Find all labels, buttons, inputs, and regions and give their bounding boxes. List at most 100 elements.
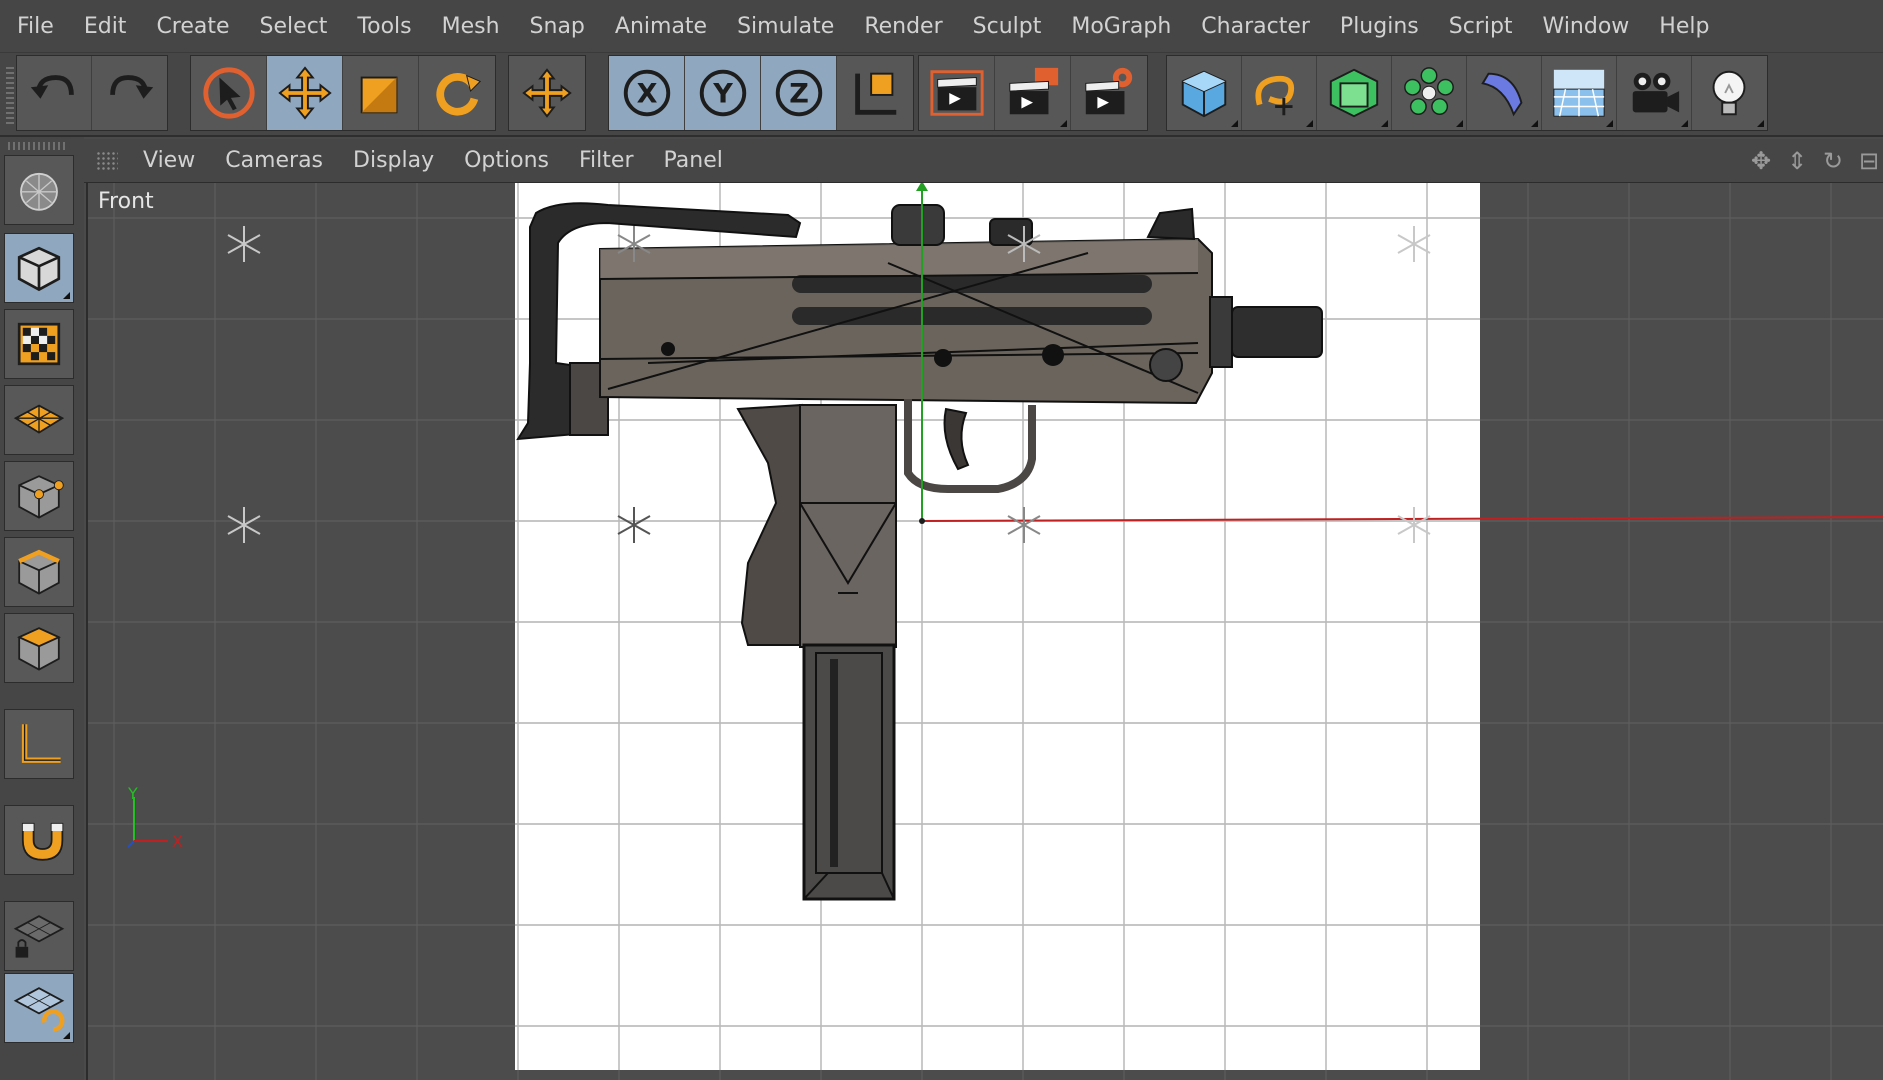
undo-redo-group bbox=[16, 55, 168, 131]
planar-workplane-icon bbox=[13, 987, 65, 1032]
subdivision-surface-button[interactable] bbox=[1317, 56, 1392, 130]
menu-select[interactable]: Select bbox=[245, 14, 343, 39]
viewport-menu-bar: View Cameras Display Options Filter Panel ✥ ⇕… bbox=[84, 139, 1883, 183]
menu-animate[interactable]: Animate bbox=[600, 14, 722, 39]
grid-marker bbox=[227, 226, 261, 262]
palette-grip[interactable] bbox=[8, 142, 68, 150]
camera-button[interactable] bbox=[1617, 56, 1692, 130]
cube-object-button[interactable] bbox=[1167, 56, 1242, 130]
model-reference-silhouette[interactable] bbox=[516, 202, 1323, 901]
menu-mograph[interactable]: MoGraph bbox=[1056, 14, 1186, 39]
menu-help[interactable]: Help bbox=[1644, 14, 1724, 39]
viewport-nav-icons: ✥ ⇕ ↻ ⊟ bbox=[1747, 147, 1883, 175]
toolbar-grip[interactable] bbox=[6, 67, 14, 127]
subdivision-surface-icon bbox=[1329, 68, 1379, 118]
viewport-menu-cameras[interactable]: Cameras bbox=[210, 148, 338, 173]
redo-button[interactable] bbox=[92, 56, 167, 130]
menu-snap[interactable]: Snap bbox=[515, 14, 600, 39]
render-settings-icon bbox=[1085, 67, 1133, 115]
menu-render[interactable]: Render bbox=[849, 14, 957, 39]
menu-mesh[interactable]: Mesh bbox=[427, 14, 515, 39]
menu-script[interactable]: Script bbox=[1434, 14, 1528, 39]
menu-file[interactable]: File bbox=[2, 14, 69, 39]
viewport-grid: Y X bbox=[88, 183, 1883, 1080]
viewport-grip[interactable] bbox=[96, 150, 118, 171]
cloner-icon bbox=[1404, 67, 1454, 115]
move-view-icon[interactable]: ✥ bbox=[1747, 147, 1775, 175]
light-icon bbox=[1713, 70, 1746, 116]
floor-scene-icon bbox=[1553, 69, 1605, 117]
edges-mode-button[interactable] bbox=[4, 537, 74, 607]
menu-create[interactable]: Create bbox=[141, 14, 244, 39]
recent-tool-group bbox=[508, 55, 586, 131]
menu-plugins[interactable]: Plugins bbox=[1325, 14, 1434, 39]
polygons-mode-icon bbox=[17, 627, 61, 671]
menu-simulate[interactable]: Simulate bbox=[722, 14, 849, 39]
x-axis-lock-button[interactable]: X bbox=[609, 56, 685, 130]
live-selection-icon bbox=[202, 67, 255, 119]
move-icon bbox=[277, 66, 332, 120]
object-create-group bbox=[1166, 55, 1768, 131]
recent-move-button[interactable] bbox=[509, 56, 585, 130]
z-axis-icon: Z bbox=[775, 69, 822, 117]
world-origin bbox=[919, 518, 925, 524]
light-button[interactable] bbox=[1692, 56, 1767, 130]
undo-button[interactable] bbox=[17, 56, 92, 130]
render-to-picture-viewer-button[interactable] bbox=[995, 56, 1071, 130]
redo-icon bbox=[109, 75, 153, 99]
menu-edit[interactable]: Edit bbox=[69, 14, 142, 39]
floor-scene-button[interactable] bbox=[1542, 56, 1617, 130]
make-editable-button[interactable] bbox=[4, 155, 74, 225]
svg-text:X: X bbox=[636, 79, 657, 110]
viewport-menu-view[interactable]: View bbox=[128, 148, 210, 173]
viewport-menu-filter[interactable]: Filter bbox=[564, 148, 648, 173]
menu-window[interactable]: Window bbox=[1528, 14, 1645, 39]
cloner-button[interactable] bbox=[1392, 56, 1467, 130]
render-view-icon bbox=[929, 70, 984, 116]
y-axis-icon: Y bbox=[699, 69, 746, 117]
command-toolbar: X Y Z bbox=[0, 53, 1883, 137]
render-view-button[interactable] bbox=[919, 56, 995, 130]
rotate-view-icon[interactable]: ↻ bbox=[1819, 147, 1847, 175]
grid-marker bbox=[1397, 507, 1431, 543]
menu-sculpt[interactable]: Sculpt bbox=[958, 14, 1057, 39]
menu-tools[interactable]: Tools bbox=[342, 14, 426, 39]
enable-axis-button[interactable] bbox=[4, 709, 74, 779]
polygons-mode-button[interactable] bbox=[4, 613, 74, 683]
viewport-menu-options[interactable]: Options bbox=[449, 148, 564, 173]
workplane-lock-button[interactable] bbox=[4, 901, 74, 971]
enable-axis-icon bbox=[21, 724, 61, 763]
z-axis-lock-button[interactable]: Z bbox=[761, 56, 837, 130]
main-menu-bar: File Edit Create Select Tools Mesh Snap Animate… bbox=[0, 0, 1883, 53]
deformer-bend-button[interactable] bbox=[1467, 56, 1542, 130]
y-axis-lock-button[interactable]: Y bbox=[685, 56, 761, 130]
model-mode-button[interactable] bbox=[4, 233, 74, 303]
svg-text:Z: Z bbox=[789, 79, 809, 110]
workplane-mode-button[interactable] bbox=[4, 385, 74, 455]
view-label: Front bbox=[98, 189, 154, 214]
camera-icon bbox=[1632, 72, 1680, 113]
menu-character[interactable]: Character bbox=[1186, 14, 1325, 39]
texture-mode-icon bbox=[17, 322, 61, 366]
svg-text:Y: Y bbox=[712, 79, 733, 110]
toggle-layout-icon[interactable]: ⊟ bbox=[1855, 147, 1883, 175]
spline-pen-button[interactable] bbox=[1242, 56, 1317, 130]
viewport-menu-panel[interactable]: Panel bbox=[648, 148, 737, 173]
axis-lock-group: X Y Z bbox=[608, 55, 914, 131]
planar-workplane-button[interactable] bbox=[4, 973, 74, 1043]
points-mode-button[interactable] bbox=[4, 461, 74, 531]
front-viewport[interactable]: Y X Front bbox=[86, 183, 1883, 1080]
rotate-tool-button[interactable] bbox=[419, 56, 495, 130]
zoom-view-icon[interactable]: ⇕ bbox=[1783, 147, 1811, 175]
coordinate-system-button[interactable] bbox=[837, 56, 913, 130]
grid-marker bbox=[1007, 507, 1041, 543]
scale-tool-button[interactable] bbox=[343, 56, 419, 130]
snapping-button[interactable] bbox=[4, 805, 74, 875]
viewport-menu-display[interactable]: Display bbox=[338, 148, 449, 173]
live-selection-button[interactable] bbox=[191, 56, 267, 130]
texture-mode-button[interactable] bbox=[4, 309, 74, 379]
move-tool-button[interactable] bbox=[267, 56, 343, 130]
make-editable-icon bbox=[20, 172, 58, 211]
workplane-lock-icon bbox=[13, 915, 65, 958]
render-settings-button[interactable] bbox=[1071, 56, 1147, 130]
